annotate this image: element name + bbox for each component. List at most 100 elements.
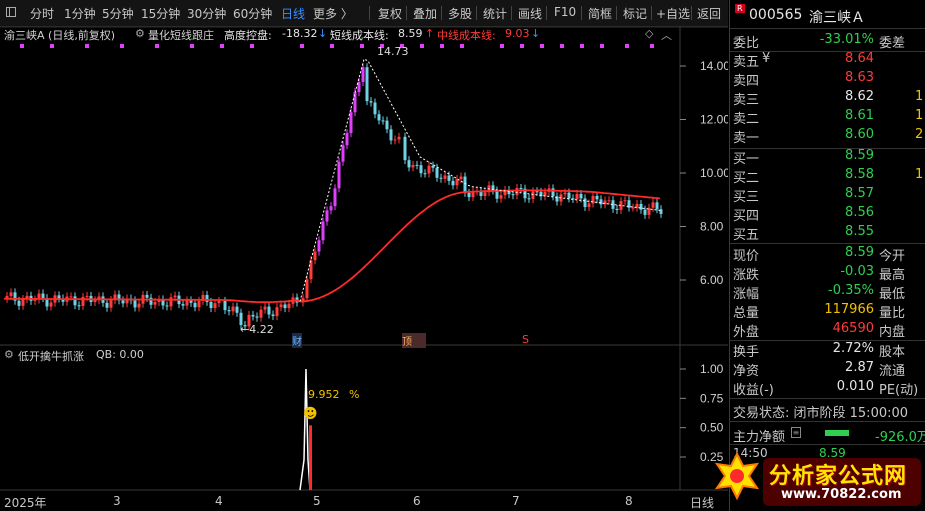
candle-body [213, 303, 217, 309]
percent-label: % [349, 388, 360, 401]
candle-body [373, 102, 377, 115]
bid-row[interactable]: 买三 8.57 [730, 186, 925, 205]
candle-body [271, 314, 275, 317]
candle-body [535, 191, 539, 193]
stat-row[interactable]: 外盘 46590 内盘 [730, 321, 925, 340]
stat-row[interactable]: 总量 117966 量比 [730, 302, 925, 321]
candle-body [651, 202, 655, 208]
candle-body [551, 188, 555, 197]
ask-row[interactable]: 卖一 8.60 2 [730, 127, 925, 146]
low-label: ←4.22 [240, 323, 274, 336]
top-tag[interactable]: 顶 [402, 333, 426, 348]
x-label-year: 2025年 [4, 496, 47, 510]
bid-label: 买五 [733, 228, 760, 243]
signal-dot [460, 44, 464, 48]
signal-dot [85, 44, 89, 48]
bid-row[interactable]: 买一 8.59 [730, 148, 925, 167]
site-watermark: 分析家公式网 www.70822.com [713, 452, 925, 511]
candle-body [463, 176, 467, 193]
ask-row[interactable]: 卖二 8.61 1 [730, 108, 925, 127]
stat-row[interactable]: 现价 8.59 今开 [730, 245, 925, 264]
candle-body [393, 139, 397, 141]
fund-row[interactable]: 净资 2.87 流通 [730, 360, 925, 379]
bid-value: 8.55 [845, 224, 874, 239]
candle-body [57, 295, 61, 299]
candle-body [459, 176, 463, 180]
sub-indicator-title[interactable]: 低开擒牛抓涨 [18, 348, 84, 364]
ask-row[interactable]: 卖五 ¥8.64 [730, 51, 925, 70]
candle-body [227, 310, 231, 312]
candle-body [189, 300, 193, 303]
candle-body [427, 165, 431, 174]
candle-body [329, 206, 333, 211]
candle-body [407, 160, 411, 168]
stat-extra: 今开 [879, 249, 906, 264]
candle-body [205, 294, 209, 302]
candle-body [527, 198, 531, 200]
candle-body [235, 306, 239, 313]
price-tick-label: 14.00 [700, 59, 728, 73]
ask-value: 8.64 [845, 51, 874, 66]
finance-tag[interactable]: 财 [292, 333, 302, 348]
candle-body [231, 306, 235, 312]
candle-body [381, 120, 385, 122]
bid-volume: 1 [915, 167, 924, 182]
fund-row[interactable]: 换手 2.72% 股本 [730, 341, 925, 360]
candle-body [655, 202, 659, 210]
stat-extra: 最低 [879, 287, 906, 302]
candle-body [263, 306, 267, 310]
candle-body [193, 302, 197, 308]
stat-row[interactable]: 涨跌 -0.03 最高 [730, 264, 925, 283]
fund-label: 净资 [733, 364, 760, 379]
candle-body [415, 164, 419, 166]
candle-body [309, 260, 313, 280]
candle-body [145, 294, 149, 298]
signal-dot [650, 44, 654, 48]
stat-row[interactable]: 涨幅 -0.35% 最低 [730, 283, 925, 302]
stat-extra: 内盘 [879, 325, 906, 340]
sub-gear-icon[interactable]: ⚙ [4, 348, 14, 361]
signal-dot [520, 44, 524, 48]
candle-body [389, 129, 393, 141]
candle-body [77, 305, 81, 307]
candle-body [185, 300, 189, 306]
bid-value: 8.57 [845, 186, 874, 201]
ask-row[interactable]: 卖三 8.62 1 [730, 89, 925, 108]
bid-row[interactable]: 买二 8.58 1 [730, 167, 925, 186]
stat-value: -0.35% [828, 283, 874, 298]
signal-dot [155, 44, 159, 48]
kline-chart[interactable]: 14.0012.0010.008.006.00 1.000.750.500.25 [0, 0, 728, 511]
weibi-value: -33.01% [819, 32, 874, 47]
bid-row[interactable]: 买五 8.55 [730, 224, 925, 243]
candle-body [397, 136, 401, 140]
candle-body [169, 297, 173, 307]
bid-row[interactable]: 买四 8.56 [730, 205, 925, 224]
fund-row[interactable]: 收益(-) 0.010 PE(动) [730, 379, 925, 398]
margin-badge: R [735, 4, 745, 13]
stock-code: 000565 [749, 7, 803, 23]
ask-label: 卖五 [733, 55, 760, 70]
ask-label: 卖三 [733, 93, 760, 108]
ask-row[interactable]: 卖四 8.63 [730, 70, 925, 89]
stat-label: 现价 [733, 249, 760, 264]
x-label-6: 6 [413, 494, 421, 508]
sub-tick-label: 0.75 [700, 391, 724, 405]
main-flow-label: 主力净额 [733, 430, 786, 445]
stat-value: 8.59 [845, 245, 874, 260]
sub-tick-label: 1.00 [700, 362, 724, 376]
candle-body [93, 300, 97, 303]
watermark-title: 分析家公式网 [769, 464, 908, 489]
fund-label: 换手 [733, 345, 760, 360]
list-icon[interactable]: ≡ [791, 427, 801, 438]
signal-dot [625, 44, 629, 48]
candle-body [377, 114, 381, 121]
fund-value: 2.72% [832, 341, 874, 356]
candle-body [275, 307, 279, 317]
bid-label: 买四 [733, 209, 760, 224]
candle-body [287, 303, 291, 309]
signal-dot [540, 44, 544, 48]
ask-value: 8.63 [845, 70, 874, 85]
candle-body [659, 209, 663, 214]
sub-tick-label: 0.50 [700, 421, 724, 435]
candle-body [583, 198, 587, 208]
